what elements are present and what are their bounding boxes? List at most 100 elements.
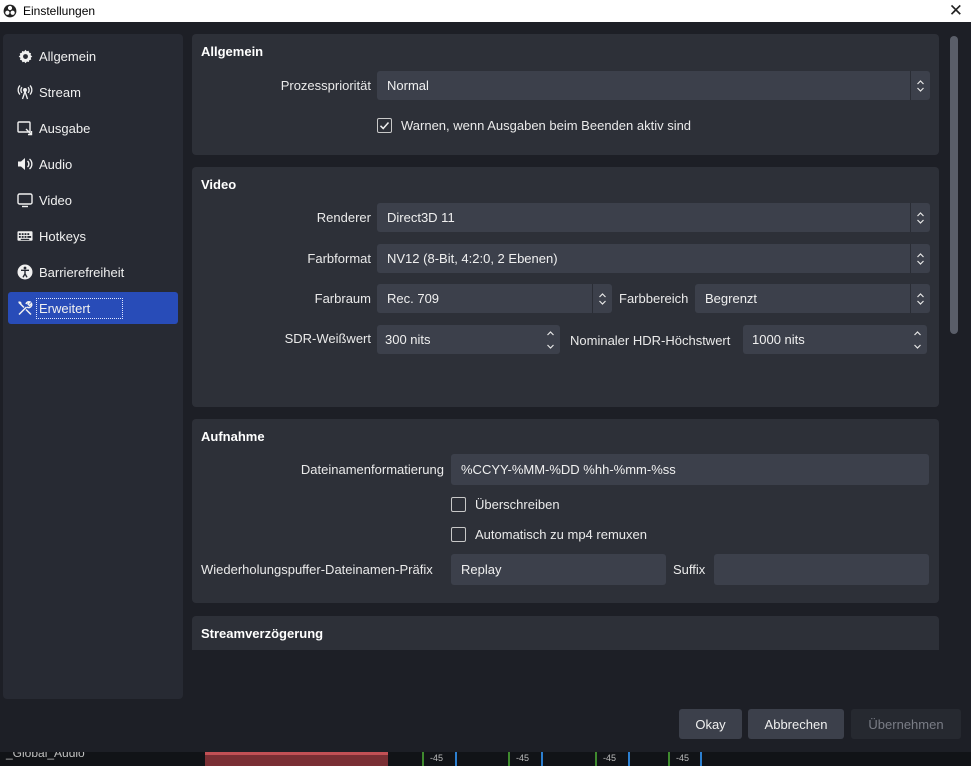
meter-label: -45: [676, 753, 690, 763]
priority-value: Normal: [387, 78, 429, 93]
section-stream-delay: Streamverzögerung: [192, 616, 939, 650]
close-icon[interactable]: ✕: [949, 1, 963, 21]
background-obs-window: _Global_Audio -45 -45 -45 -45: [0, 752, 971, 766]
suffix-label: Suffix: [673, 562, 706, 577]
sidebar-item-label: Erweitert: [35, 297, 124, 319]
section-title: Allgemein: [201, 44, 264, 59]
section-recording: Aufnahme Dateinamenformatierung %CCYY-%M…: [192, 419, 939, 603]
filename-format-value: %CCYY-%MM-%DD %hh-%mm-%ss: [461, 462, 676, 477]
meter-bar: [700, 752, 702, 766]
meter-bar: [668, 752, 670, 766]
color-format-select[interactable]: NV12 (8-Bit, 4:2:0, 2 Ebenen): [377, 244, 930, 273]
meter-label: -45: [516, 753, 530, 763]
auto-remux-label: Automatisch zu mp4 remuxen: [475, 527, 647, 542]
obs-logo-icon: [3, 4, 17, 18]
background-bar: [205, 752, 388, 766]
color-format-label: Farbformat: [307, 251, 371, 266]
updown-arrow-icon: [910, 71, 930, 100]
color-range-value: Begrenzt: [705, 291, 758, 306]
scrollbar-thumb[interactable]: [950, 36, 958, 334]
sidebar-item-label: Audio: [39, 156, 73, 172]
section-general: Allgemein Prozesspriorität Normal Warnen…: [192, 34, 939, 155]
color-range-label: Farbbereich: [619, 291, 689, 306]
sidebar-item-label: Stream: [39, 84, 81, 100]
content-scrollbar[interactable]: [949, 34, 960, 650]
meter-bar: [422, 752, 424, 766]
meter-bar: [595, 752, 597, 766]
priority-select[interactable]: Normal: [377, 71, 930, 100]
color-format-value: NV12 (8-Bit, 4:2:0, 2 Ebenen): [387, 251, 558, 266]
renderer-label: Renderer: [316, 210, 371, 225]
updown-arrow-icon: [910, 203, 930, 232]
section-title: Aufnahme: [201, 429, 265, 444]
replay-prefix-value: Replay: [461, 562, 502, 577]
keyboard-icon: [17, 228, 33, 244]
accessibility-icon: [17, 264, 33, 280]
sdr-white-value: 300 nits: [385, 332, 431, 347]
settings-sidebar: Allgemein Stream Ausgabe Audio Video Hot…: [3, 34, 183, 699]
settings-content: Allgemein Prozesspriorität Normal Warnen…: [192, 34, 939, 650]
title-bar: Einstellungen ✕: [0, 0, 971, 22]
sdr-white-label: SDR-Weißwert: [284, 331, 371, 346]
hdr-peak-spinbox[interactable]: 1000 nits: [743, 325, 927, 354]
color-range-select[interactable]: Begrenzt: [695, 284, 930, 313]
updown-arrow-icon: [592, 284, 612, 313]
warn-outputs-label: Warnen, wenn Ausgaben beim Beenden aktiv…: [401, 118, 692, 133]
hdr-peak-value: 1000 nits: [752, 332, 805, 347]
checkbox-box: [451, 527, 466, 542]
spin-arrows-icon[interactable]: [908, 325, 927, 354]
apply-button[interactable]: Übernehmen: [851, 709, 961, 739]
replay-prefix-input[interactable]: Replay: [451, 554, 666, 585]
sidebar-item-label: Video: [39, 192, 73, 208]
sdr-white-spinbox[interactable]: 300 nits: [377, 325, 560, 354]
output-icon: [17, 120, 33, 136]
suffix-input[interactable]: [714, 554, 929, 585]
spin-arrows-icon[interactable]: [541, 325, 560, 354]
sidebar-item-stream[interactable]: Stream: [8, 76, 178, 108]
color-space-value: Rec. 709: [387, 291, 440, 306]
filename-format-input[interactable]: %CCYY-%MM-%DD %hh-%mm-%ss: [451, 454, 929, 485]
ok-button[interactable]: Okay: [679, 709, 742, 739]
updown-arrow-icon: [910, 284, 930, 313]
replay-prefix-label: Wiederholungspuffer-Dateinamen-Präfix: [201, 562, 433, 577]
renderer-select[interactable]: Direct3D 11: [377, 203, 930, 232]
warn-outputs-checkbox[interactable]: Warnen, wenn Ausgaben beim Beenden aktiv…: [377, 118, 691, 133]
checkmark-icon: [377, 118, 392, 133]
sidebar-item-erweitert[interactable]: Erweitert: [8, 292, 178, 324]
filename-format-label: Dateinamenformatierung: [300, 462, 444, 477]
meter-bar: [508, 752, 510, 766]
hdr-peak-label: Nominaler HDR-Höchstwert: [570, 333, 731, 348]
checkbox-box: [451, 497, 466, 512]
sidebar-item-label: Ausgabe: [39, 120, 91, 136]
section-title: Video: [201, 177, 237, 192]
tools-icon: [17, 300, 33, 316]
sidebar-item-label: Hotkeys: [39, 228, 86, 244]
sidebar-item-label: Allgemein: [39, 48, 97, 64]
speaker-icon: [17, 156, 33, 172]
sidebar-item-ausgabe[interactable]: Ausgabe: [8, 112, 178, 144]
meter-label: -45: [603, 753, 617, 763]
overwrite-checkbox[interactable]: Überschreiben: [451, 497, 560, 512]
cancel-button[interactable]: Abbrechen: [748, 709, 844, 739]
meter-bar: [455, 752, 457, 766]
monitor-icon: [17, 192, 33, 208]
renderer-value: Direct3D 11: [387, 210, 455, 225]
color-space-select[interactable]: Rec. 709: [377, 284, 612, 313]
sidebar-item-video[interactable]: Video: [8, 184, 178, 216]
meter-bar: [628, 752, 630, 766]
meter-bar: [541, 752, 543, 766]
gear-icon: [17, 48, 33, 64]
overwrite-label: Überschreiben: [475, 497, 560, 512]
sidebar-item-allgemein[interactable]: Allgemein: [8, 40, 178, 72]
updown-arrow-icon: [910, 244, 930, 273]
section-title: Streamverzögerung: [201, 626, 324, 641]
meter-label: -45: [430, 753, 444, 763]
color-space-label: Farbraum: [314, 291, 371, 306]
sidebar-item-barrierefreiheit[interactable]: Barrierefreiheit: [8, 256, 178, 288]
sidebar-item-hotkeys[interactable]: Hotkeys: [8, 220, 178, 252]
auto-remux-checkbox[interactable]: Automatisch zu mp4 remuxen: [451, 527, 647, 542]
section-video: Video Renderer Direct3D 11 Farbformat NV…: [192, 167, 939, 407]
priority-label: Prozesspriorität: [280, 78, 371, 93]
sidebar-item-audio[interactable]: Audio: [8, 148, 178, 180]
global-audio-label: _Global_Audio: [6, 752, 85, 760]
